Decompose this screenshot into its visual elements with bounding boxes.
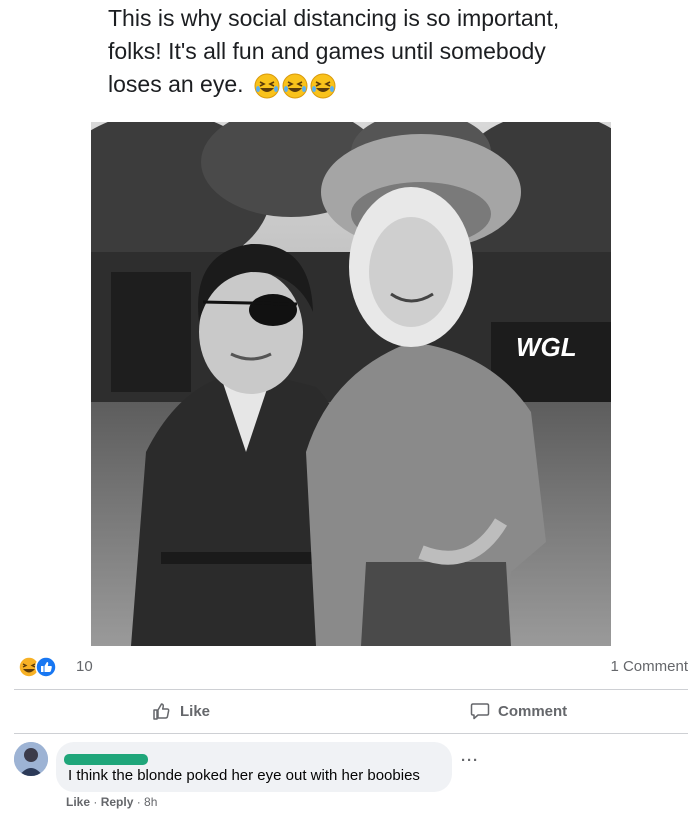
- reaction-count[interactable]: 10: [76, 658, 93, 675]
- reactions-bar: 10 1 Comment: [14, 654, 688, 680]
- comment-text: I think the blonde poked her eye out wit…: [68, 767, 420, 784]
- divider: [14, 689, 688, 690]
- comment-button-label: Comment: [498, 702, 568, 720]
- rolling-laughing-emoji-icon: [282, 73, 308, 99]
- rolling-laughing-emoji-icon: [254, 73, 280, 99]
- post-photo[interactable]: WGL: [91, 122, 611, 646]
- more-options-button[interactable]: ···: [461, 752, 479, 769]
- comment-like-link[interactable]: Like: [66, 795, 90, 809]
- photo-watermark: WGL: [516, 332, 577, 362]
- action-row: Like Comment: [14, 691, 688, 733]
- divider: [14, 733, 688, 734]
- comment-reply-link[interactable]: Reply: [101, 795, 134, 809]
- like-button-label: Like: [180, 702, 211, 720]
- like-reaction-icon: [35, 656, 57, 678]
- reaction-icons[interactable]: [18, 656, 62, 678]
- vintage-photo-illustration: WGL: [91, 122, 611, 646]
- comment-timestamp[interactable]: 8h: [144, 795, 157, 809]
- redacted-commenter-name: [64, 754, 148, 765]
- rolling-laughing-emoji-icon: [310, 73, 336, 99]
- comment-button[interactable]: Comment: [470, 691, 567, 731]
- comment: I think the blonde poked her eye out wit…: [14, 740, 688, 815]
- like-button[interactable]: Like: [152, 691, 210, 731]
- avatar[interactable]: [14, 742, 48, 776]
- comment-meta: Like · Reply · 8h: [66, 795, 157, 809]
- comment-count-link[interactable]: 1 Comment: [610, 658, 688, 675]
- emoji-row: [254, 73, 336, 99]
- comment-bubble-icon: [470, 703, 490, 720]
- thumbs-up-icon: [153, 703, 170, 720]
- avatar-image: [14, 742, 48, 776]
- comment-bubble: I think the blonde poked her eye out wit…: [56, 742, 452, 792]
- meta-separator: ·: [90, 795, 101, 809]
- post-text-block: This is why social distancing is so impo…: [108, 2, 588, 101]
- meta-separator: ·: [133, 795, 145, 809]
